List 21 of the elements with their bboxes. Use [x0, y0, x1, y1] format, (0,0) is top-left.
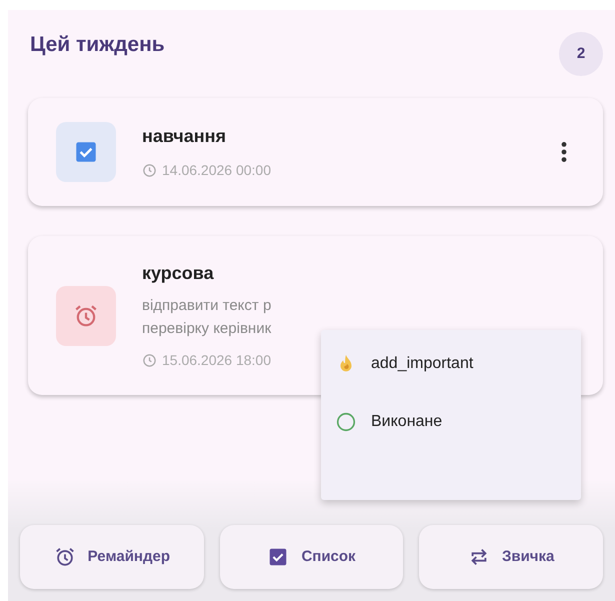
clock-icon [142, 353, 157, 368]
alarm-clock-icon [73, 302, 99, 328]
task-description: відправити текст р [142, 296, 272, 316]
task-card[interactable]: навчання 14.06.2026 00:00 [28, 98, 603, 206]
count-badge: 2 [559, 32, 603, 76]
task-time: 14.06.2026 00:00 [162, 161, 271, 180]
task-title: навчання [142, 125, 227, 148]
more-icon [561, 142, 567, 162]
section-title: Цей тиждень [30, 32, 165, 58]
circle-icon [335, 411, 357, 433]
task-time: 15.06.2026 18:00 [162, 351, 271, 370]
alarm-clock-icon [54, 546, 76, 568]
checkbox-icon [267, 546, 290, 568]
clock-icon [142, 163, 157, 178]
add-list-button[interactable]: Список [220, 525, 404, 589]
menu-item[interactable]: Виконане [335, 410, 567, 434]
task-title: курсова [142, 262, 215, 285]
add-habit-button[interactable]: Звичка [419, 525, 604, 589]
task-description: перевірку керівник [142, 318, 272, 338]
add-reminder-button[interactable]: Ремайндер [20, 525, 204, 589]
menu-item[interactable]: add_important [335, 352, 567, 376]
